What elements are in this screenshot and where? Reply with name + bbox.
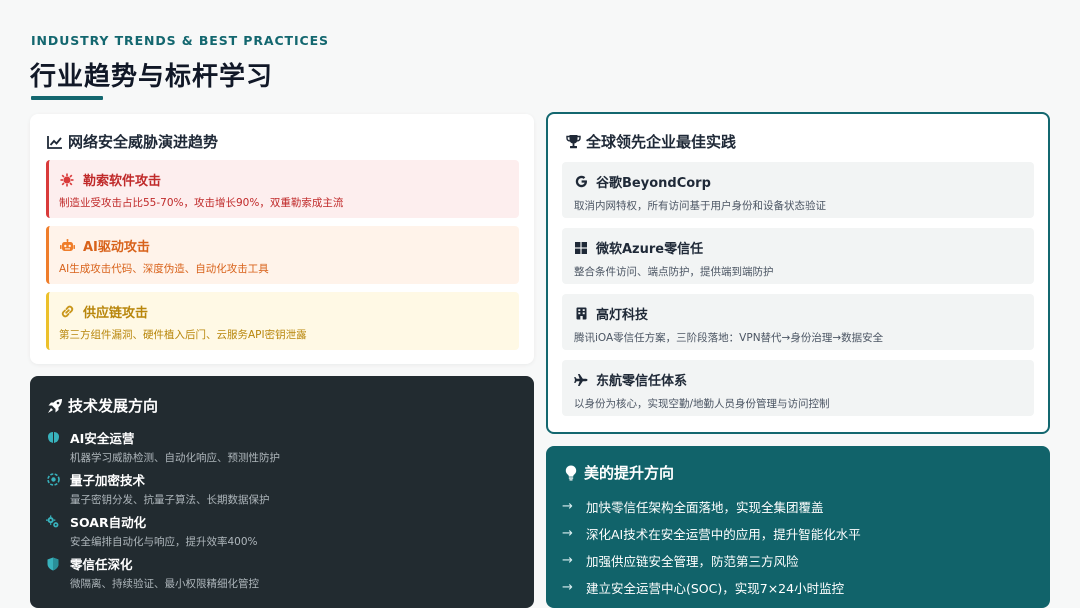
tech-directions-title: 技术发展方向 bbox=[68, 397, 159, 415]
improvement-directions-card: 美的提升方向 → 加快零信任架构全面落地，实现全集团覆盖 → 深化AI技术在安全… bbox=[546, 446, 1050, 608]
arrow-right-icon: → bbox=[562, 580, 573, 595]
tech-item-desc: 量子密钥分发、抗量子算法、长期数据保护 bbox=[70, 494, 270, 506]
improvement-directions-header: 美的提升方向 bbox=[562, 462, 674, 483]
direction-item: → 加强供应链安全管理，防范第三方风险 bbox=[562, 551, 799, 570]
best-practice-title: 谷歌BeyondCorp bbox=[596, 176, 711, 191]
threat-item-ransomware: 勒索软件攻击 制造业受攻击占比55-70%，攻击增长90%，双重勒索成主流 bbox=[46, 160, 519, 218]
best-practice-desc: 整合条件访问、端点防护，提供端到端防护 bbox=[574, 266, 774, 278]
direction-item: → 加快零信任架构全面落地，实现全集团覆盖 bbox=[562, 497, 824, 516]
google-icon bbox=[574, 175, 588, 189]
windows-icon bbox=[574, 241, 588, 255]
brain-icon bbox=[46, 431, 60, 445]
page-title: 行业趋势与标杆学习 bbox=[30, 62, 274, 92]
tech-directions-header: 技术发展方向 bbox=[46, 395, 158, 416]
improvement-directions-title: 美的提升方向 bbox=[584, 464, 675, 482]
tech-item-title: 零信任深化 bbox=[70, 557, 133, 572]
best-practice-title: 微软Azure零信任 bbox=[596, 242, 704, 257]
best-practices-card: 全球领先企业最佳实践 谷歌BeyondCorp 取消内网特权，所有访问基于用户身… bbox=[546, 112, 1050, 434]
tech-item-title: 量子加密技术 bbox=[70, 473, 146, 488]
tech-item-zero-trust: 零信任深化 微隔离、持续验证、最小权限精细化管控 bbox=[46, 554, 516, 591]
best-practice-desc: 腾讯iOA零信任方案，三阶段落地：VPN替代→身份治理→数据安全 bbox=[574, 332, 884, 344]
threat-item-supply-chain: 供应链攻击 第三方组件漏洞、硬件植入后门、云服务API密钥泄露 bbox=[46, 292, 519, 350]
threat-trends-card: 网络安全威胁演进趋势 勒索软件攻击 制造业受攻击占比55-70%，攻击增长90%… bbox=[30, 114, 534, 364]
tech-item-desc: 微隔离、持续验证、最小权限精细化管控 bbox=[70, 578, 259, 590]
tech-item-quantum: 量子加密技术 量子密钥分发、抗量子算法、长期数据保护 bbox=[46, 470, 516, 507]
threat-title: 勒索软件攻击 bbox=[83, 174, 162, 189]
lightbulb-icon bbox=[562, 464, 580, 482]
direction-item: → 建立安全运营中心(SOC)，实现7×24小时监控 bbox=[562, 578, 844, 597]
plane-icon bbox=[574, 373, 588, 387]
direction-text: 加快零信任架构全面落地，实现全集团覆盖 bbox=[586, 500, 824, 515]
title-underline bbox=[31, 96, 103, 100]
direction-item: → 深化AI技术在安全运营中的应用，提升智能化水平 bbox=[562, 524, 861, 543]
arrow-right-icon: → bbox=[562, 526, 573, 541]
robot-icon bbox=[59, 238, 75, 254]
cogs-icon bbox=[46, 514, 60, 529]
threat-title: 供应链攻击 bbox=[83, 306, 149, 321]
tech-directions-card: 技术发展方向 AI安全运营 机器学习威胁检测、自动化响应、预测性防护 量子加密技… bbox=[30, 376, 534, 608]
building-icon bbox=[574, 307, 588, 321]
direction-text: 加强供应链安全管理，防范第三方风险 bbox=[586, 554, 799, 569]
virus-icon bbox=[59, 172, 75, 188]
best-practice-title: 东航零信任体系 bbox=[596, 374, 688, 389]
best-practice-desc: 以身份为核心，实现空勤/地勤人员身份管理与访问控制 bbox=[574, 398, 830, 410]
best-practice-microsoft: 微软Azure零信任 整合条件访问、端点防护，提供端到端防护 bbox=[562, 228, 1034, 284]
rocket-icon bbox=[46, 397, 64, 415]
tech-item-desc: 安全编排自动化与响应，提升效率400% bbox=[70, 536, 258, 548]
best-practices-header: 全球领先企业最佳实践 bbox=[564, 131, 736, 152]
threat-item-ai-attack: AI驱动攻击 AI生成攻击代码、深度伪造、自动化攻击工具 bbox=[46, 226, 519, 284]
best-practice-google: 谷歌BeyondCorp 取消内网特权，所有访问基于用户身份和设备状态验证 bbox=[562, 162, 1034, 218]
shield-icon bbox=[46, 557, 60, 571]
tech-item-ai-ops: AI安全运营 机器学习威胁检测、自动化响应、预测性防护 bbox=[46, 428, 516, 465]
threat-desc: AI生成攻击代码、深度伪造、自动化攻击工具 bbox=[59, 263, 269, 275]
arrow-right-icon: → bbox=[562, 553, 573, 568]
threat-desc: 制造业受攻击占比55-70%，攻击增长90%，双重勒索成主流 bbox=[59, 197, 344, 209]
best-practice-title: 高灯科技 bbox=[596, 308, 649, 323]
trophy-icon bbox=[564, 133, 582, 151]
eyebrow-label: INDUSTRY TRENDS & BEST PRACTICES bbox=[31, 33, 329, 48]
threat-trends-title: 网络安全威胁演进趋势 bbox=[68, 133, 219, 151]
best-practices-title: 全球领先企业最佳实践 bbox=[586, 133, 737, 151]
best-practice-desc: 取消内网特权，所有访问基于用户身份和设备状态验证 bbox=[574, 200, 826, 212]
direction-text: 建立安全运营中心(SOC)，实现7×24小时监控 bbox=[586, 581, 845, 596]
arrow-right-icon: → bbox=[562, 499, 573, 514]
trend-chart-icon bbox=[46, 133, 64, 151]
threat-trends-header: 网络安全威胁演进趋势 bbox=[46, 131, 218, 152]
link-icon bbox=[59, 304, 75, 320]
threat-desc: 第三方组件漏洞、硬件植入后门、云服务API密钥泄露 bbox=[59, 329, 307, 341]
tech-item-soar: SOAR自动化 安全编排自动化与响应，提升效率400% bbox=[46, 512, 516, 549]
best-practice-china-eastern: 东航零信任体系 以身份为核心，实现空勤/地勤人员身份管理与访问控制 bbox=[562, 360, 1034, 416]
tech-item-title: SOAR自动化 bbox=[70, 515, 147, 530]
tech-item-desc: 机器学习威胁检测、自动化响应、预测性防护 bbox=[70, 452, 280, 464]
atom-icon bbox=[46, 473, 60, 487]
threat-title: AI驱动攻击 bbox=[83, 240, 150, 255]
direction-text: 深化AI技术在安全运营中的应用，提升智能化水平 bbox=[586, 527, 861, 542]
best-practice-gaodeng: 高灯科技 腾讯iOA零信任方案，三阶段落地：VPN替代→身份治理→数据安全 bbox=[562, 294, 1034, 350]
tech-item-title: AI安全运营 bbox=[70, 431, 135, 446]
